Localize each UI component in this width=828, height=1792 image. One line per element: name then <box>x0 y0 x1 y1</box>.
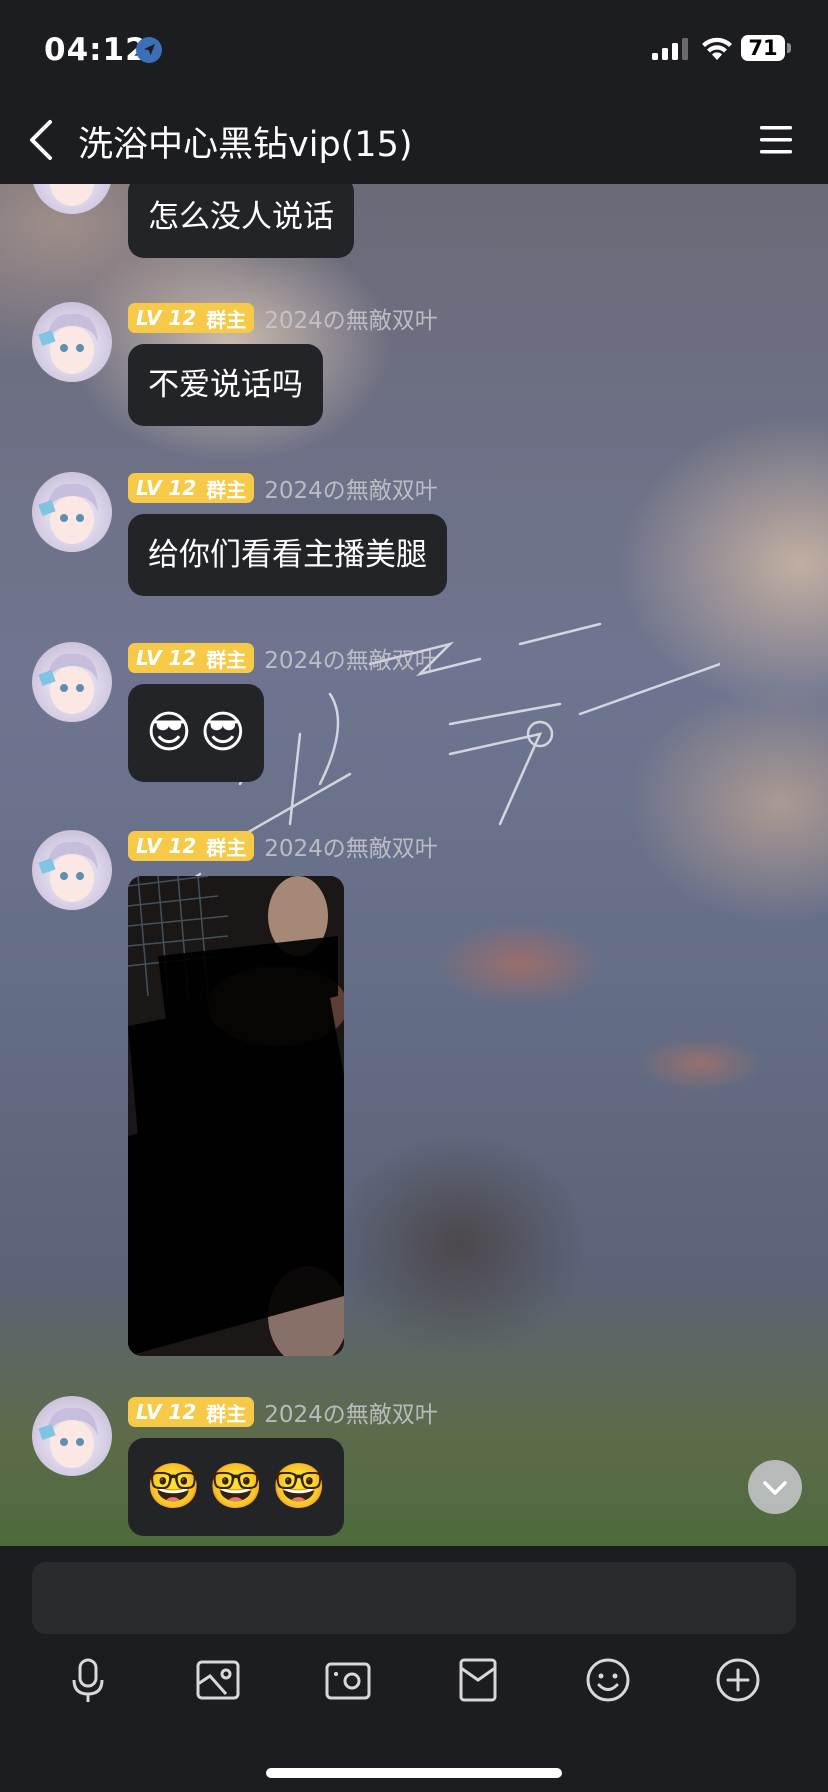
cellular-signal-icon <box>652 38 688 60</box>
message-bubble[interactable]: 不爱说话吗 <box>128 344 323 426</box>
input-area <box>0 1546 828 1792</box>
avatar[interactable] <box>32 184 112 214</box>
wifi-icon <box>702 37 732 60</box>
level-badge: LV 12 群主 <box>128 1397 255 1427</box>
sender-name[interactable]: 2024の無敵双叶 <box>264 471 438 505</box>
avatar[interactable] <box>32 302 112 382</box>
image-message[interactable] <box>128 876 344 1356</box>
message-meta: LV 12 群主 2024の無敵双叶 <box>128 830 438 862</box>
red-packet-icon <box>459 1658 497 1702</box>
emoji: 😎 <box>146 707 192 758</box>
level-badge: LV 12 群主 <box>128 473 255 503</box>
avatar[interactable] <box>32 642 112 722</box>
location-arrow-icon <box>136 37 162 63</box>
status-time: 04:12 <box>44 32 148 68</box>
emoji: 😎 <box>199 707 246 758</box>
avatar[interactable] <box>32 830 112 910</box>
image-icon <box>196 1660 240 1700</box>
emoji-message-bubble[interactable]: 😎 😎 <box>128 684 264 782</box>
message-input[interactable] <box>32 1562 796 1634</box>
chat-header: 洗浴中心黑钻vip(15) <box>0 96 828 184</box>
chevron-left-icon[interactable] <box>26 118 56 162</box>
home-indicator[interactable] <box>266 1768 562 1778</box>
plus-circle-icon <box>716 1658 760 1702</box>
battery-icon: 71 <box>741 35 791 61</box>
message-meta: LV 12 群主 2024の無敵双叶 <box>128 472 438 504</box>
chevron-down-icon <box>763 1481 787 1495</box>
emoji-message-bubble[interactable]: 🤓 🤓 🤓 <box>128 1438 345 1536</box>
microphone-icon <box>72 1658 104 1702</box>
level-badge: LV 12 群主 <box>128 831 255 861</box>
message-meta: LV 12 群主 2024の無敵双叶 <box>128 642 438 674</box>
chat-message-list[interactable]: 怎么没人说话 LV 12 群主 2024の無敵双叶 不爱说话吗 LV 12 群主… <box>0 184 828 1546</box>
more-button[interactable] <box>712 1654 764 1706</box>
status-bar: 04:12 71 <box>0 0 828 96</box>
sender-name[interactable]: 2024の無敵双叶 <box>264 301 438 335</box>
sender-name[interactable]: 2024の無敵双叶 <box>264 829 438 863</box>
emoji: 🤓 <box>146 1461 201 1512</box>
chat-title[interactable]: 洗浴中心黑钻vip(15) <box>78 116 413 167</box>
message-meta: LV 12 群主 2024の無敵双叶 <box>128 1396 438 1428</box>
message-meta: LV 12 群主 2024の無敵双叶 <box>128 302 438 334</box>
voice-button[interactable] <box>62 1654 114 1706</box>
hamburger-menu-icon[interactable] <box>758 122 794 158</box>
camera-icon <box>325 1662 371 1700</box>
red-packet-button[interactable] <box>452 1654 504 1706</box>
level-badge: LV 12 群主 <box>128 303 255 333</box>
sender-name[interactable]: 2024の無敵双叶 <box>264 641 438 675</box>
redacted-photo <box>128 876 344 1356</box>
emoji: 🤓 <box>271 1461 327 1512</box>
avatar[interactable] <box>32 472 112 552</box>
battery-level: 71 <box>741 35 785 61</box>
emoji-button[interactable] <box>582 1654 634 1706</box>
message-bubble[interactable]: 给你们看看主播美腿 <box>128 514 447 596</box>
emoji-smile-icon <box>586 1658 630 1702</box>
scroll-to-bottom-button[interactable] <box>748 1460 802 1514</box>
avatar[interactable] <box>32 1396 112 1476</box>
level-badge: LV 12 群主 <box>128 643 255 673</box>
message-bubble[interactable]: 怎么没人说话 <box>128 184 354 258</box>
sender-name[interactable]: 2024の無敵双叶 <box>264 1395 438 1429</box>
photo-button[interactable] <box>192 1654 244 1706</box>
emoji: 🤓 <box>208 1461 264 1512</box>
camera-button[interactable] <box>322 1654 374 1706</box>
